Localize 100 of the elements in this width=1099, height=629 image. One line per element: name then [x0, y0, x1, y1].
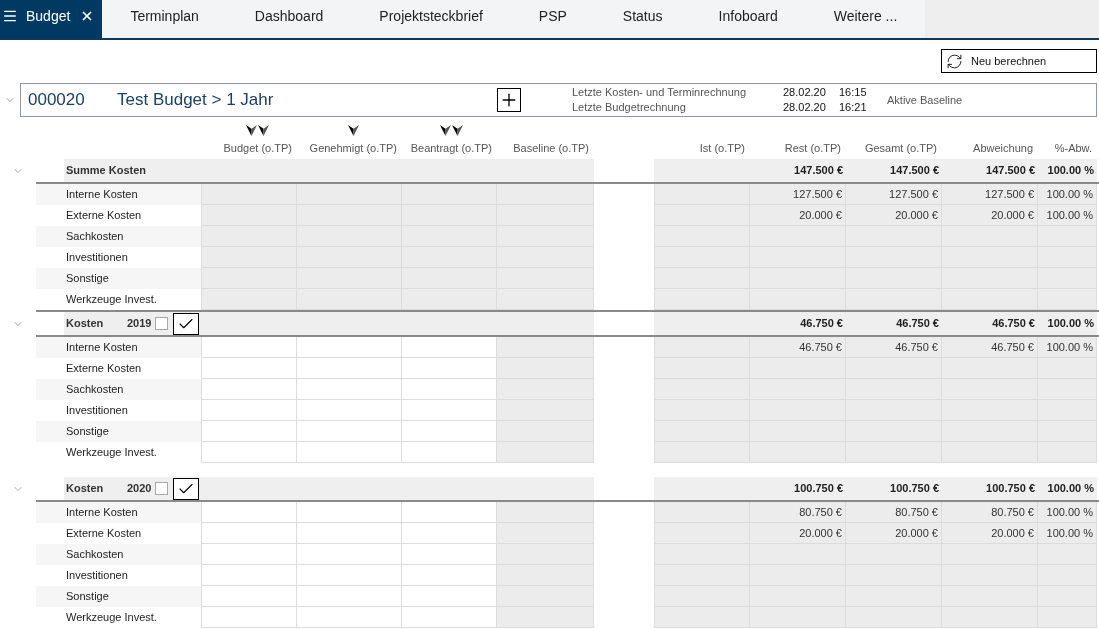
input-cell[interactable] — [297, 421, 402, 442]
tab[interactable]: Budget — [0, 0, 103, 38]
input-cell[interactable] — [297, 523, 402, 544]
input-cell[interactable] — [297, 379, 402, 400]
input-cell[interactable] — [297, 565, 402, 586]
total-value: 46.750 € — [991, 316, 1036, 332]
total-value: 100.00 % — [1046, 316, 1095, 332]
row-label: Sonstige — [36, 586, 201, 607]
table-cell — [1038, 544, 1097, 565]
row-label: Interne Kosten — [36, 184, 201, 205]
input-cell[interactable] — [201, 607, 297, 628]
table-cell: 46.750 € — [846, 337, 942, 358]
arrowhead-icon — [246, 124, 258, 136]
input-cell[interactable] — [201, 379, 297, 400]
row-label: Sonstige — [36, 421, 201, 442]
input-cell[interactable] — [402, 421, 497, 442]
total-value: 147.500 € — [889, 163, 940, 179]
row-label: Interne Kosten — [36, 337, 201, 358]
input-cell[interactable] — [402, 400, 497, 421]
input-cell[interactable] — [297, 544, 402, 565]
input-cell[interactable] — [201, 337, 297, 358]
input-cell[interactable] — [297, 607, 402, 628]
tab[interactable]: Weitere ... — [805, 0, 926, 38]
tab[interactable]: Status — [594, 0, 691, 38]
input-cell[interactable] — [297, 358, 402, 379]
arrowhead-icon — [451, 124, 463, 136]
table-cell: 20.000 € — [750, 205, 846, 226]
input-cell[interactable] — [201, 502, 297, 523]
table-cell: 127.500 € — [846, 184, 942, 205]
table-cell — [1038, 400, 1097, 421]
table-cell — [1038, 421, 1097, 442]
table-cell: 80.750 € — [942, 502, 1038, 523]
input-cell[interactable] — [402, 379, 497, 400]
checkbox[interactable] — [155, 317, 169, 330]
input-cell[interactable] — [201, 544, 297, 565]
total-value: 100.00 % — [1046, 481, 1095, 497]
input-cell[interactable] — [402, 337, 497, 358]
calculation-label: Letzte Budgetrechnung — [572, 100, 687, 115]
tab[interactable]: Terminplan — [102, 0, 227, 38]
table-cell: 100.00 % — [1038, 337, 1097, 358]
input-cell[interactable] — [201, 442, 297, 463]
input-cell[interactable] — [402, 442, 497, 463]
input-cell[interactable] — [201, 400, 297, 421]
input-cell[interactable] — [297, 337, 402, 358]
year-label: 2019 — [127, 316, 152, 332]
input-cell[interactable] — [402, 523, 497, 544]
tab[interactable]: PSP — [510, 0, 595, 38]
tab[interactable]: Dashboard — [226, 0, 352, 38]
input-cell[interactable] — [297, 586, 402, 607]
table-cell: 127.500 € — [942, 184, 1038, 205]
input-cell[interactable] — [201, 565, 297, 586]
input-cell[interactable] — [297, 502, 402, 523]
section-title: Kosten — [66, 316, 105, 332]
tab[interactable]: Infoboard — [690, 0, 806, 38]
input-cell[interactable] — [297, 400, 402, 421]
checkbox[interactable] — [155, 482, 169, 495]
calculation-date: 28.02.20 — [783, 85, 827, 100]
input-cell[interactable] — [201, 586, 297, 607]
section-title: Kosten — [66, 481, 105, 497]
menu-icon[interactable] — [2, 8, 18, 24]
calculation-label: Letzte Kosten- und Terminrechnung — [572, 85, 748, 100]
input-cell[interactable] — [402, 607, 497, 628]
table-cell — [1038, 358, 1097, 379]
confirm-button[interactable] — [173, 312, 200, 335]
input-cell[interactable] — [201, 523, 297, 544]
year-label: 2020 — [127, 481, 152, 497]
column-header: %-Abw. — [1054, 140, 1092, 156]
input-cell[interactable] — [402, 544, 497, 565]
calculation-time: 16:21 — [839, 100, 868, 115]
add-button[interactable] — [497, 88, 521, 112]
table-cell: 100.00 % — [1038, 184, 1097, 205]
input-cell[interactable] — [402, 586, 497, 607]
refresh-icon — [946, 52, 963, 70]
table-cell: 100.00 % — [1038, 523, 1097, 544]
confirm-button[interactable] — [173, 477, 200, 500]
column-header: Gesamt (o.TP) — [864, 140, 937, 156]
input-cell[interactable] — [201, 358, 297, 379]
baseline-label: Aktive Baseline — [887, 92, 963, 108]
row-label: Sachkosten — [36, 544, 201, 565]
row-label: Sachkosten — [36, 379, 201, 400]
column-header: Baseline (o.TP) — [513, 140, 589, 156]
input-cell[interactable] — [402, 358, 497, 379]
tab[interactable]: Projektsteckbrief — [351, 0, 511, 38]
column-header: Ist (o.TP) — [699, 140, 745, 156]
table-cell — [1038, 607, 1097, 628]
table-cell: 100.00 % — [1038, 205, 1097, 226]
table-cell: 20.000 € — [942, 205, 1038, 226]
input-cell[interactable] — [201, 421, 297, 442]
table-cell: 20.000 € — [846, 523, 942, 544]
column-header: Beantragt (o.TP) — [410, 140, 492, 156]
total-value: 100.750 € — [985, 481, 1036, 497]
input-cell[interactable] — [402, 502, 497, 523]
table-cell — [1038, 247, 1097, 268]
table-cell: 46.750 € — [942, 337, 1038, 358]
recalculate-button[interactable]: Neu berechnen — [941, 49, 1097, 73]
section-title: Summe Kosten — [66, 163, 147, 179]
table-cell — [1038, 226, 1097, 247]
input-cell[interactable] — [297, 442, 402, 463]
input-cell[interactable] — [402, 565, 497, 586]
total-value: 100.00 % — [1046, 163, 1095, 179]
